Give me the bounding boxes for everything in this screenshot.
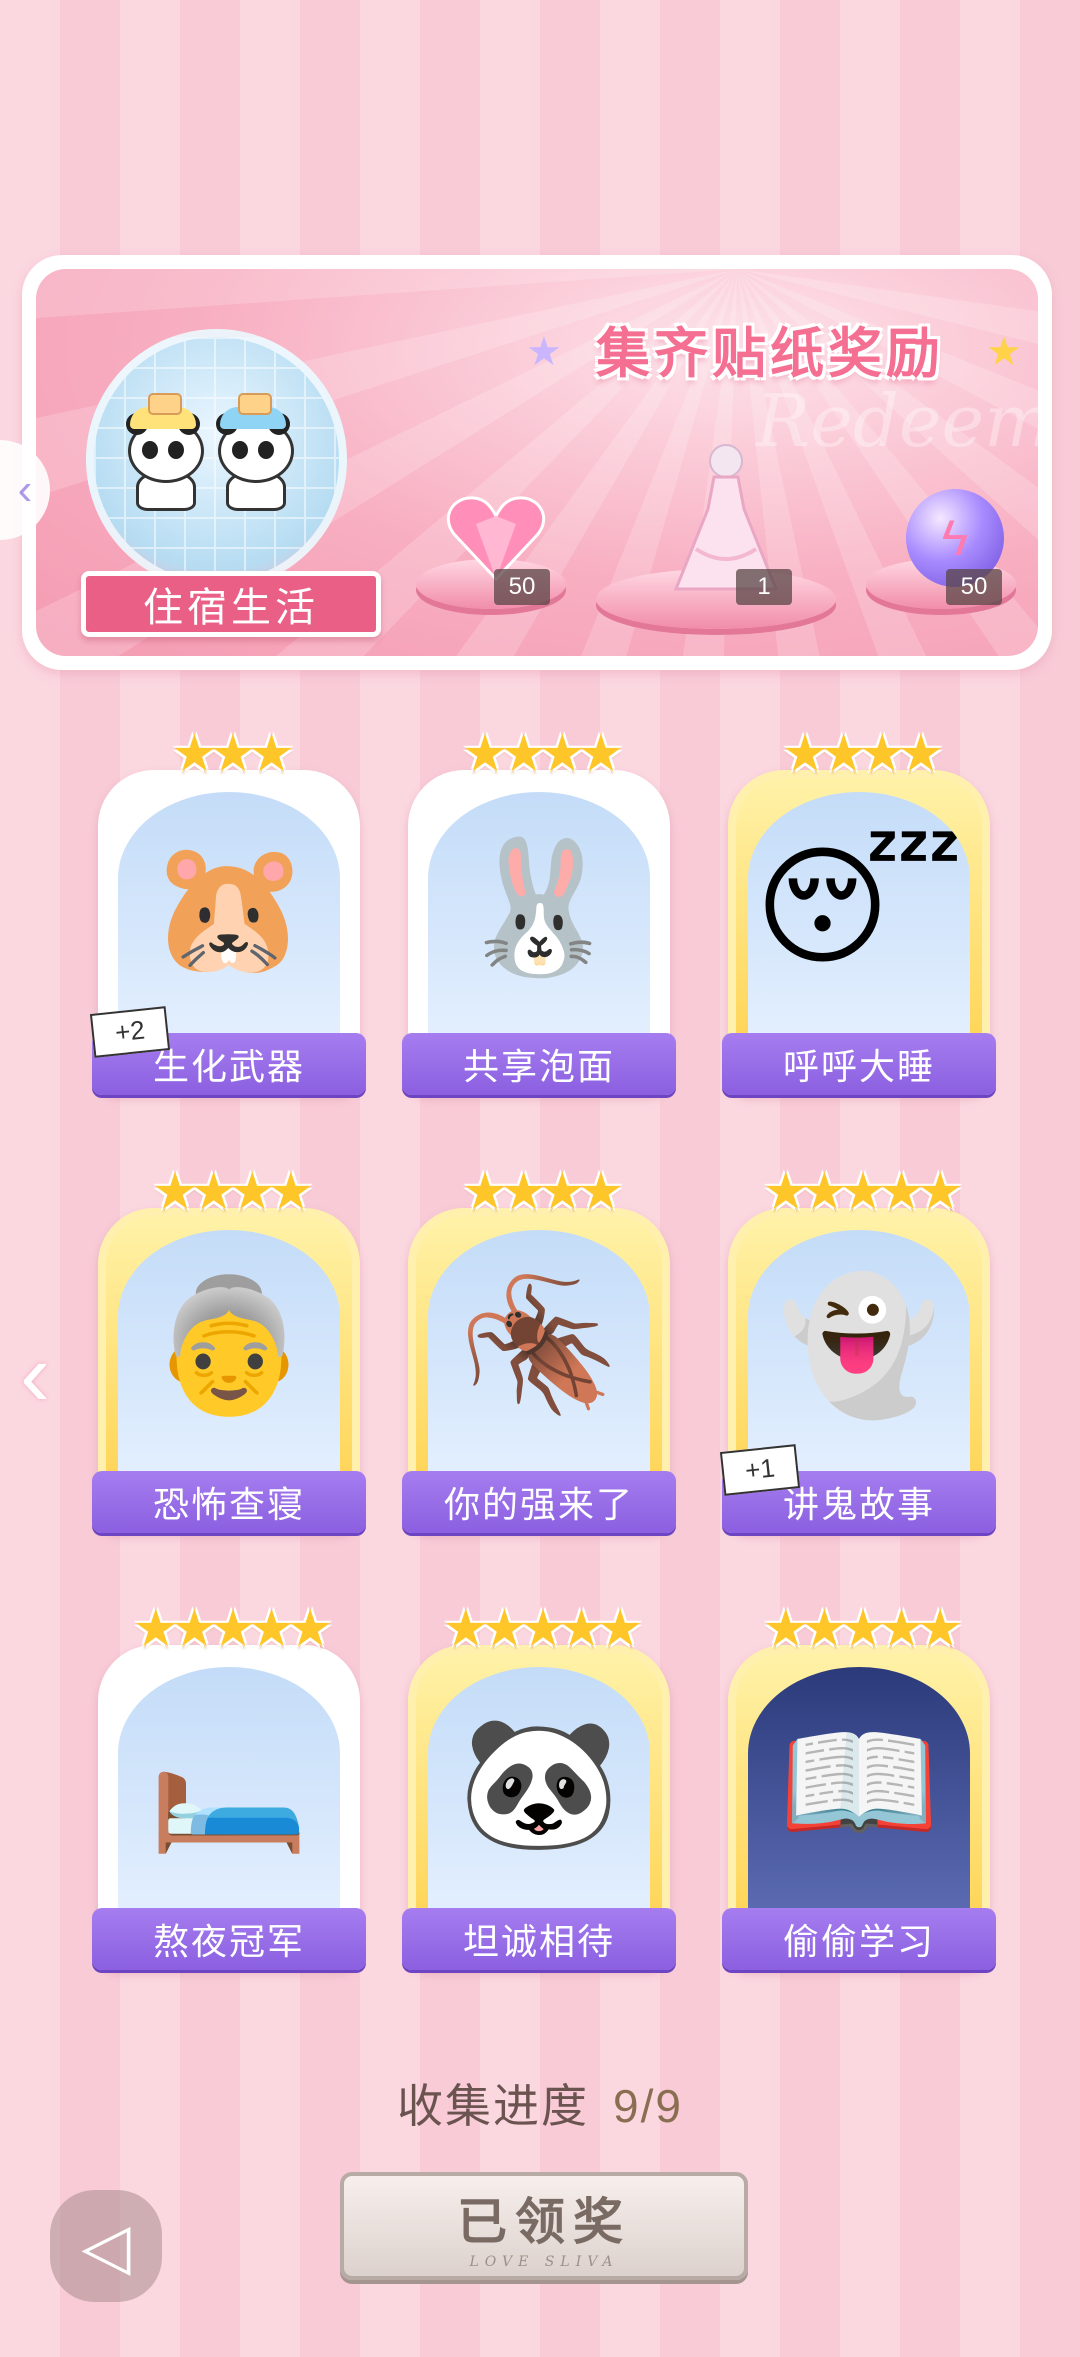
sticker-card-label: 坦诚相待 <box>402 1908 676 1970</box>
previous-page-arrow-icon[interactable]: ‹ <box>20 1330 50 1420</box>
sticker-illustration: 🐼 <box>458 1709 620 1855</box>
banner-title: 集齐贴纸奖励 <box>596 324 944 384</box>
star-rating: ★★★ <box>171 725 295 783</box>
star-rating: ★★★★ <box>781 725 944 783</box>
panda-icon <box>124 393 204 511</box>
star-rating: ★★★★★ <box>762 1600 963 1658</box>
sticker-illustration: 📖 <box>778 1709 940 1855</box>
star-rating: ★★★★★ <box>132 1600 333 1658</box>
sticker-card[interactable]: 🐰 ★★★★ 共享泡面 <box>402 725 676 1110</box>
sticker-card[interactable]: 😴 ★★★★ 呼呼大睡 <box>722 725 996 1110</box>
sticker-illustration: 🐹 <box>148 834 310 980</box>
progress-value: 9/9 <box>613 2080 683 2132</box>
star-rating: ★★★★★ <box>762 1163 963 1221</box>
dorm-auntie-icon: 👵 <box>118 1230 340 1500</box>
bunny-noodles-icon: 🐰 <box>428 792 650 1062</box>
yellow-star-icon: ★ <box>986 330 1022 374</box>
sticker-set-label: 住宿生活 <box>81 571 381 637</box>
sticker-illustration: 🛏️ <box>148 1709 310 1855</box>
sticker-card[interactable]: 👻 ★★★★★ 讲鬼故事 +1 <box>719 1163 996 1548</box>
sticker-illustration: 👻 <box>778 1272 940 1418</box>
panda-icon <box>214 393 294 511</box>
sticker-card[interactable]: 🐼 ★★★★★ 坦诚相待 <box>402 1600 676 1985</box>
reward-count: 1 <box>736 569 792 605</box>
star-rating: ★★★★★ <box>442 1600 643 1658</box>
reward-banner: Redeem ★ ★ 集齐贴纸奖励 住宿生活 50 1 ϟ 50 <box>22 255 1052 670</box>
sleeping-boy-icon: 😴 <box>748 792 970 1062</box>
sticker-illustration: 🐰 <box>458 834 620 980</box>
study-under-blanket-icon: 📖 <box>748 1667 970 1937</box>
sticker-preview <box>86 329 347 590</box>
claimed-button[interactable]: 已领奖 LOVE SLIVA <box>340 2172 748 2280</box>
sticker-card-label: 共享泡面 <box>402 1033 676 1095</box>
banner-watermark: Redeem <box>756 379 1038 463</box>
sticker-illustration: 👵 <box>148 1272 310 1418</box>
star-rating: ★★★★ <box>461 1163 624 1221</box>
reward-banner-background: Redeem ★ ★ 集齐贴纸奖励 住宿生活 50 1 ϟ 50 <box>36 269 1038 656</box>
back-button-icon[interactable]: ◁ <box>50 2190 162 2302</box>
sticker-card[interactable]: 📖 ★★★★★ 偷偷学习 <box>722 1600 996 1985</box>
collection-progress: 收集进度 9/9 <box>0 2070 1080 2136</box>
star-rating: ★★★★ <box>151 1163 314 1221</box>
sticker-card-label: 熬夜冠军 <box>92 1908 366 1970</box>
phone-in-bed-icon: 🛏️ <box>118 1667 340 1937</box>
cockroach-icon: 🪳 <box>428 1230 650 1500</box>
sticker-card[interactable]: 🐹 ★★★ 生化武器 +2 <box>89 725 366 1110</box>
star-rating: ★★★★ <box>461 725 624 783</box>
sticker-card-label: 恐怖查寝 <box>92 1471 366 1533</box>
claimed-button-label: 已领奖 <box>457 2194 631 2250</box>
duplicate-count-badge: +1 <box>719 1444 801 1496</box>
claimed-button-subtext: LOVE SLIVA <box>469 2254 619 2270</box>
sticker-card[interactable]: 🛏️ ★★★★★ 熬夜冠军 <box>92 1600 366 1985</box>
sticker-illustration: 🪳 <box>458 1272 620 1418</box>
reward-count: 50 <box>494 569 550 605</box>
purple-star-icon: ★ <box>526 330 562 374</box>
reward-count: 50 <box>946 569 1002 605</box>
duplicate-count-badge: +2 <box>89 1006 171 1058</box>
sticker-illustration: 😴 <box>754 834 964 980</box>
sticker-card-label: 偷偷学习 <box>722 1908 996 1970</box>
sticker-card-label: 呼呼大睡 <box>722 1033 996 1095</box>
sticker-card[interactable]: 👵 ★★★★ 恐怖查寝 <box>92 1163 366 1548</box>
bathing-pandas-icon: 🐼 <box>428 1667 650 1937</box>
sticker-card[interactable]: 🪳 ★★★★ 你的强来了 <box>402 1163 676 1548</box>
sticker-card-label: 你的强来了 <box>402 1471 676 1533</box>
progress-label: 收集进度 <box>397 2080 590 2132</box>
